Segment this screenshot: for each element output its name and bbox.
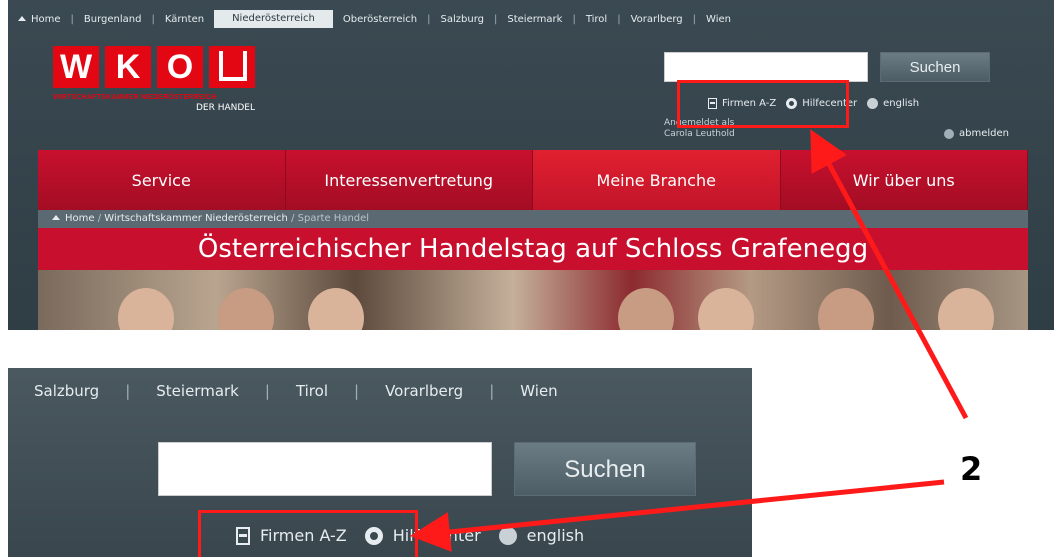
logo-letter-k: K [105,46,151,88]
page-banner-title: Österreichischer Handelstag auf Schloss … [38,228,1028,270]
logout-icon [944,128,954,139]
annotation-highlight-box [677,80,849,128]
logout-label: abmelden [959,128,1009,139]
globe-icon [498,526,517,545]
english-label: english [883,98,920,109]
annotated-screenshot: Home | Burgenland | Kärnten Niederösterr… [0,0,1054,557]
globe-icon [867,98,879,109]
region-link-oberoesterreich[interactable]: Oberösterreich [333,14,427,25]
logo-letter-w: W [53,46,99,88]
region-link-burgenland[interactable]: Burgenland [74,14,152,25]
logo-branch: DER HANDEL [195,103,255,113]
wko-logo[interactable]: W K O WIRTSCHAFTSKAMMER NIEDERÖSTERREICH… [53,46,255,113]
zoom-link-tirol[interactable]: Tirol [270,382,354,400]
region-link-kaernten[interactable]: Kärnten [155,14,214,25]
zoom-search-input[interactable] [158,442,492,496]
region-link-wien[interactable]: Wien [696,14,741,25]
logout-link[interactable]: abmelden [944,128,1009,139]
main-nav: Service Interessenvertretung Meine Branc… [38,150,1028,210]
event-photo [38,270,1028,330]
logo-letter-o: O [157,46,203,88]
main-nav-wir-ueber-uns[interactable]: Wir über uns [781,150,1028,210]
breadcrumb-current: Sparte Handel [297,213,370,224]
zoom-link-salzburg[interactable]: Salzburg [8,382,125,400]
breadcrumb-wko[interactable]: Wirtschaftskammer Niederösterreich [104,213,288,224]
user-name: Carola Leuthold [664,129,735,139]
region-link-steiermark[interactable]: Steiermark [497,14,572,25]
zoom-link-vorarlberg[interactable]: Vorarlberg [359,382,489,400]
annotation-highlight-box-zoom [198,510,418,557]
zoom-search-button[interactable]: Suchen [514,442,696,496]
region-nav: Home | Burgenland | Kärnten Niederösterr… [8,10,1054,28]
region-link-tirol[interactable]: Tirol [576,14,617,25]
zoom-region-nav: Salzburg | Steiermark | Tirol | Vorarlbe… [8,382,584,400]
zoom-link-wien[interactable]: Wien [494,382,583,400]
annotation-number: 2 [960,450,983,488]
home-icon [18,15,26,21]
top-screenshot: Home | Burgenland | Kärnten Niederösterr… [8,0,1054,330]
home-icon [52,215,60,220]
zoom-link-steiermark[interactable]: Steiermark [130,382,265,400]
search-input[interactable] [664,52,868,82]
english-link[interactable]: english [867,98,919,109]
main-nav-service[interactable]: Service [38,150,286,210]
region-link-niederoesterreich[interactable]: Niederösterreich [214,10,333,28]
region-link-vorarlberg[interactable]: Vorarlberg [621,14,693,25]
zoom-english-link[interactable]: english [498,526,585,545]
logo-subtitle: WIRTSCHAFTSKAMMER NIEDERÖSTERREICH [53,94,217,101]
region-home-label: Home [31,13,61,25]
breadcrumb-home[interactable]: Home [65,213,95,224]
region-home-link[interactable]: Home [8,14,71,25]
search-button[interactable]: Suchen [880,52,990,82]
breadcrumb: Home / Wirtschaftskammer Niederösterreic… [38,210,1028,228]
main-nav-interessenvertretung[interactable]: Interessenvertretung [286,150,533,210]
zoom-english-label: english [526,526,585,545]
region-link-salzburg[interactable]: Salzburg [431,14,494,25]
main-nav-meine-branche[interactable]: Meine Branche [533,150,781,210]
logo-emblem-icon [209,46,255,88]
